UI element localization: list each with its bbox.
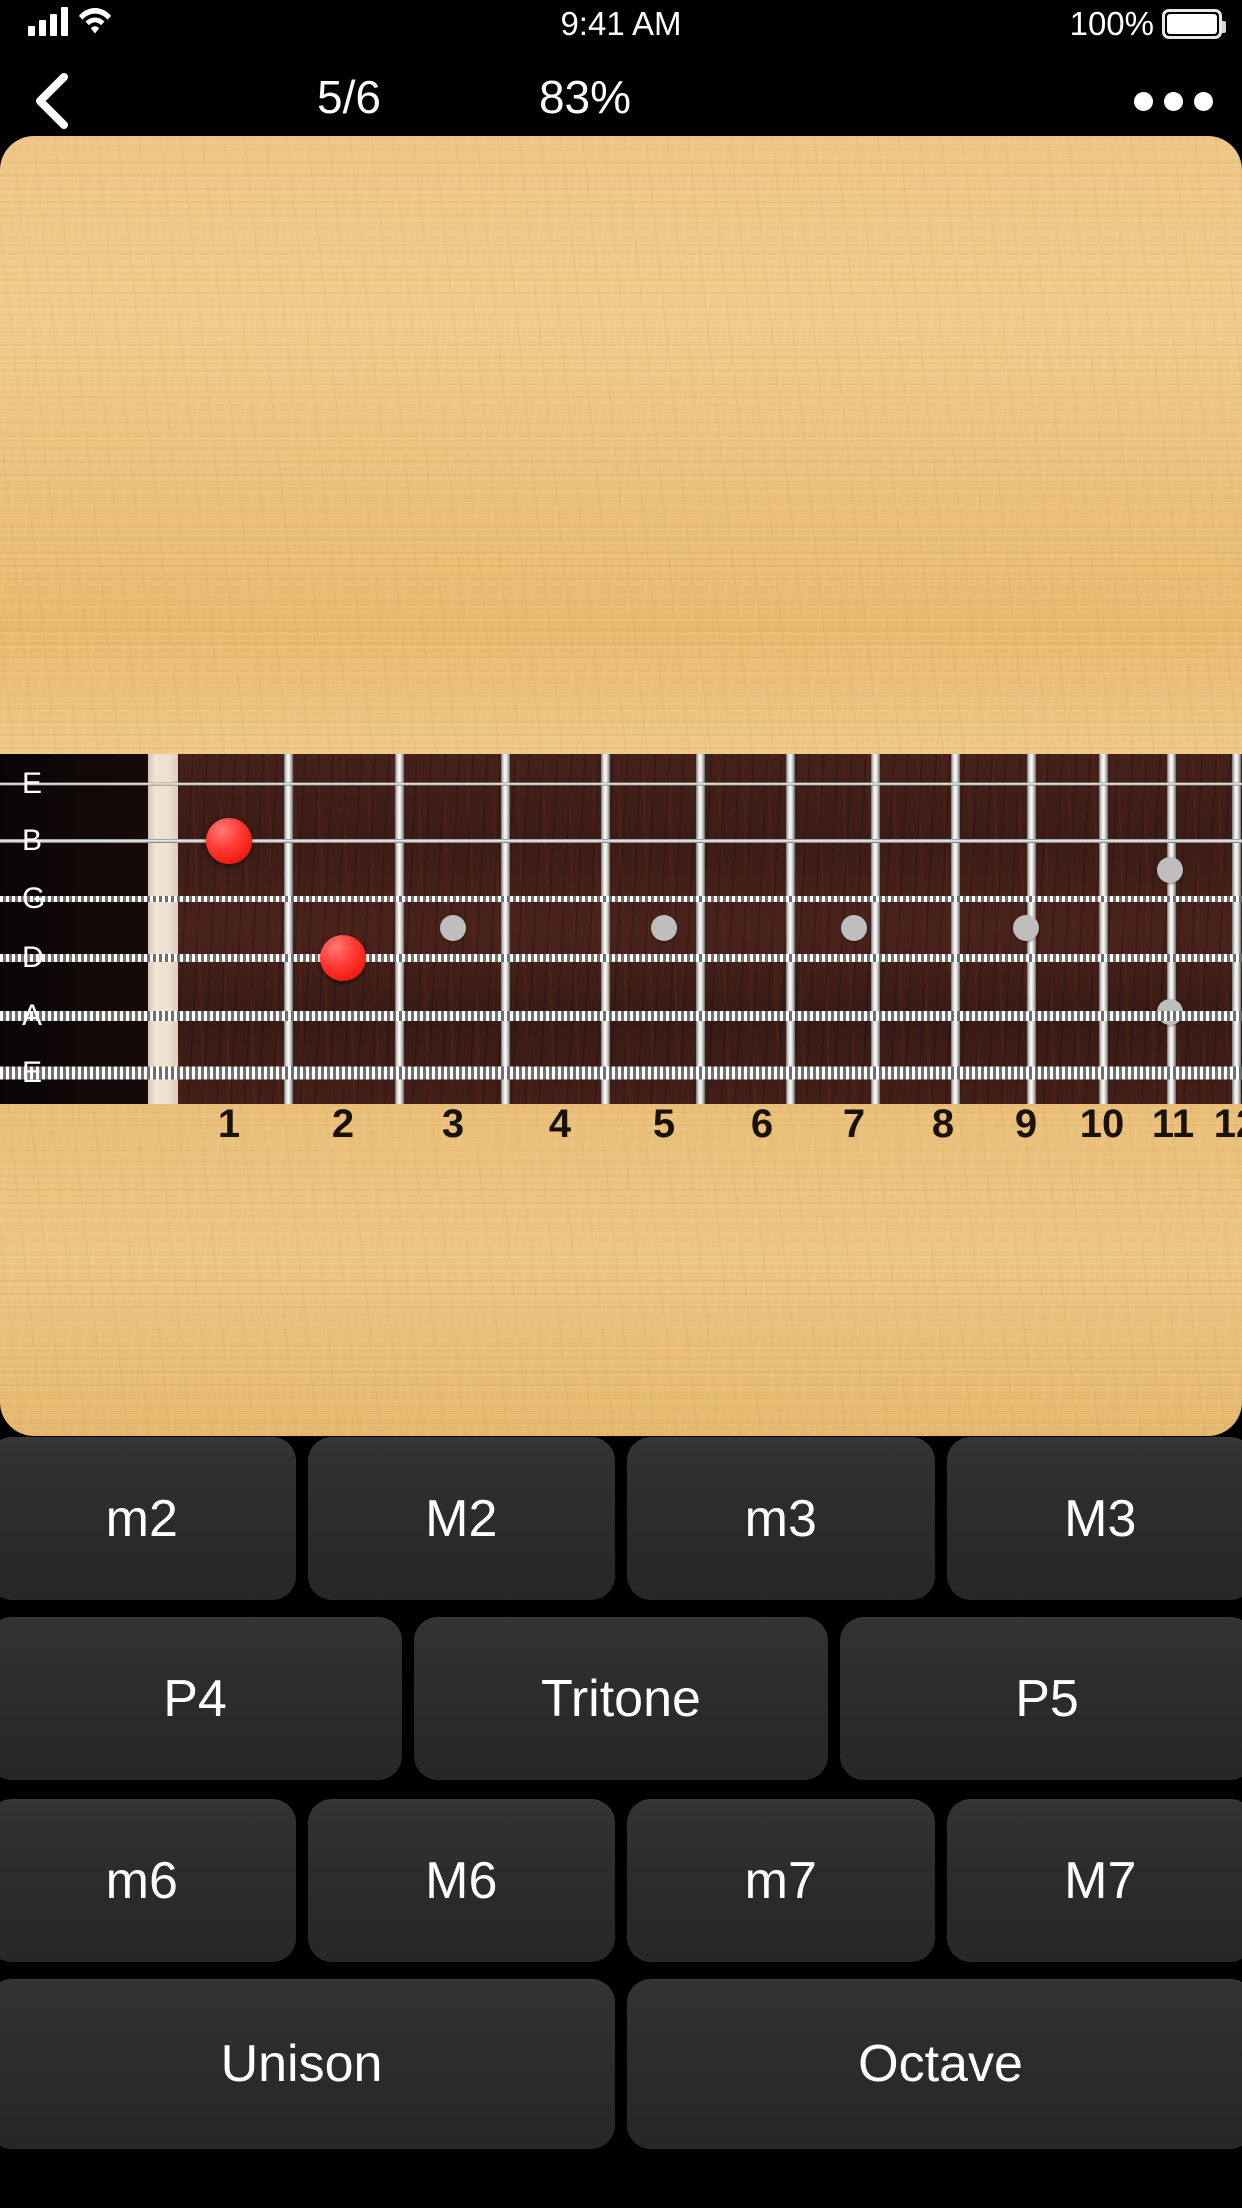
answer-button-p5[interactable]: P5: [840, 1617, 1242, 1780]
answer-button-unison[interactable]: Unison: [0, 1979, 615, 2149]
answer-button-m2[interactable]: m2: [0, 1437, 296, 1600]
fret-number: 1: [217, 1102, 241, 1146]
fret-wire: [395, 754, 404, 1104]
fretboard[interactable]: EBGDAE: [0, 754, 1242, 1104]
answer-button-m3[interactable]: m3: [627, 1437, 935, 1600]
battery-percentage: 100%: [1069, 5, 1154, 42]
answer-button-m6[interactable]: m6: [0, 1799, 296, 1962]
fret-number-row: 123456789101112: [0, 1104, 1242, 1174]
string-label: A: [22, 999, 43, 1032]
string-label: D: [22, 941, 44, 974]
fret-wire: [951, 754, 960, 1104]
fret-number: 5: [652, 1102, 676, 1146]
string-label: E: [22, 767, 43, 800]
note-marker[interactable]: [206, 818, 252, 864]
guitar-string[interactable]: [0, 954, 1242, 962]
fret-wire: [1167, 754, 1176, 1104]
fretboard-wood: [178, 754, 1242, 1104]
inlay-marker: [1013, 915, 1039, 941]
fret-wire: [1099, 754, 1108, 1104]
string-label: B: [22, 824, 43, 857]
more-options-icon-dot: [1133, 91, 1153, 111]
fret-wire: [501, 754, 510, 1104]
chevron-left-icon: [30, 71, 74, 131]
answer-button-m6[interactable]: M6: [307, 1799, 615, 1962]
fret-number: 11: [1151, 1102, 1195, 1146]
fret-number: 9: [1014, 1102, 1038, 1146]
guitar-string[interactable]: [0, 896, 1242, 902]
fret-number: 2: [331, 1102, 355, 1146]
answer-button-tritone[interactable]: Tritone: [414, 1617, 828, 1780]
inlay-marker: [440, 915, 466, 941]
fret-wire: [284, 754, 293, 1104]
answer-button-label: Tritone: [541, 1669, 701, 1728]
answer-button-label: P5: [1015, 1669, 1079, 1728]
guitar-string[interactable]: [0, 1066, 1242, 1080]
answer-button-label: m7: [744, 1851, 817, 1910]
answer-button-m7[interactable]: M7: [946, 1799, 1242, 1962]
string-label: E: [22, 1056, 43, 1089]
more-options-icon-dot: [1193, 91, 1213, 111]
answer-button-label: M7: [1064, 1851, 1137, 1910]
status-bar-clock: 9:41 AM: [560, 5, 682, 42]
answer-button-label: M3: [1064, 1489, 1137, 1548]
answer-button-label: m2: [105, 1489, 178, 1548]
answer-button-p4[interactable]: P4: [0, 1617, 402, 1780]
fret-wire: [1232, 754, 1241, 1104]
navigation-bar: 5/6 83%: [0, 62, 1242, 140]
answer-row: Unison Octave: [0, 1979, 1242, 2149]
guitar-string[interactable]: [0, 839, 1242, 843]
answer-button-m7[interactable]: m7: [627, 1799, 935, 1962]
fret-wire: [871, 754, 880, 1104]
fret-number: 4: [548, 1102, 572, 1146]
guitar-string[interactable]: [0, 782, 1242, 786]
fret-number: 10: [1079, 1102, 1125, 1146]
answer-row: m6 M6 m7 M7: [0, 1799, 1242, 1962]
answer-row: m2 M2 m3 M3: [0, 1437, 1242, 1600]
fret-number: 8: [931, 1102, 955, 1146]
string-label: G: [22, 882, 46, 915]
note-marker[interactable]: [320, 935, 366, 981]
answer-button-m3[interactable]: M3: [946, 1437, 1242, 1600]
more-options-button[interactable]: [1118, 66, 1228, 136]
open-string-area: [0, 754, 148, 1104]
answer-button-label: Unison: [220, 2035, 383, 2093]
status-bar: 9:41 AM 100%: [0, 0, 1242, 62]
inlay-marker: [841, 915, 867, 941]
answer-row: P4 Tritone P5: [0, 1617, 1242, 1780]
answer-button-grid[interactable]: m2 M2 m3 M3 P4 Tritone P5 m6 M6 m7 M7 Unison Octave: [0, 1437, 1242, 2208]
answer-button-octave[interactable]: Octave: [627, 1979, 1242, 2149]
fret-wire: [696, 754, 705, 1104]
answer-button-label: m6: [105, 1851, 178, 1910]
fret-number: 6: [750, 1102, 774, 1146]
app-root: 9:41 AM 100% 5/6 83% E B G D A E 1 2 3 4…: [0, 0, 1242, 2208]
fret-wire: [786, 754, 795, 1104]
status-bar-right: 100%: [1069, 5, 1226, 43]
more-options-icon-dot: [1163, 91, 1183, 111]
guitar-string[interactable]: [0, 1011, 1242, 1021]
answer-button-label: Octave: [858, 2035, 1023, 2093]
score-percentage: 83%: [538, 71, 632, 123]
battery-icon: [1162, 9, 1226, 39]
fret-wire: [601, 754, 610, 1104]
fret-number: 3: [441, 1102, 465, 1146]
answer-button-label: m3: [744, 1489, 817, 1548]
question-progress: 5/6: [317, 71, 381, 123]
answer-button-m2[interactable]: M2: [307, 1437, 615, 1600]
answer-button-label: M6: [425, 1851, 498, 1910]
inlay-marker: [651, 915, 677, 941]
nut: [148, 754, 178, 1104]
inlay-marker: [1157, 857, 1183, 883]
fret-number: 7: [842, 1102, 866, 1146]
answer-button-label: P4: [163, 1669, 227, 1728]
back-button[interactable]: [12, 64, 92, 138]
fret-number: 12: [1213, 1102, 1242, 1146]
answer-button-label: M2: [425, 1489, 498, 1548]
guitar-body-panel[interactable]: EBGDAE 123456789101112: [0, 136, 1242, 1436]
